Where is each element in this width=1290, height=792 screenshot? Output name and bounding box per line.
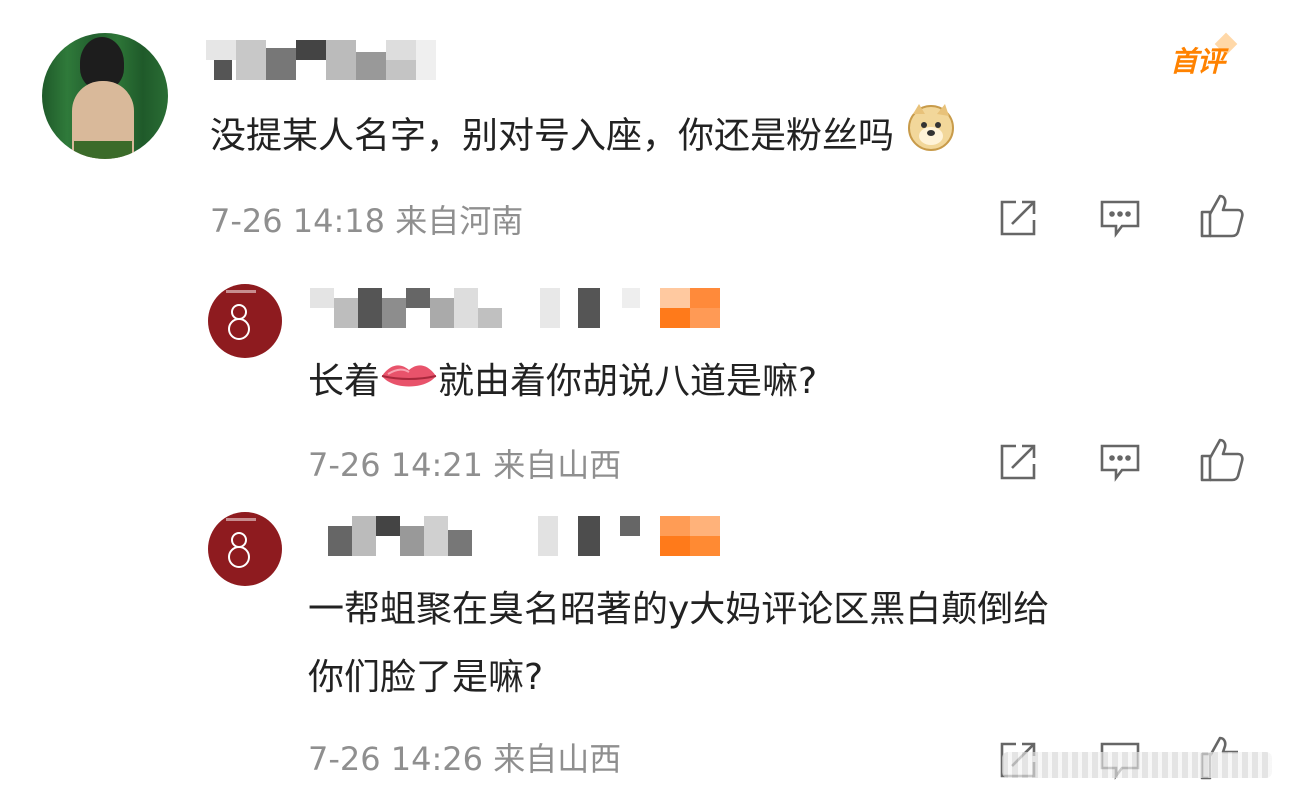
- comment-meta: 7-26 14:18 来自河南: [210, 202, 524, 240]
- comment-text-content: 长着: [308, 361, 381, 402]
- comment-text: 长着 就由着你胡说八道是嘛?: [308, 348, 817, 417]
- comment-meta: 7-26 14:21 来自山西: [308, 446, 622, 484]
- username-blurred[interactable]: [206, 40, 436, 82]
- thumbs-up-icon[interactable]: [1198, 192, 1244, 238]
- comment-icon[interactable]: [1098, 440, 1142, 484]
- watermark: [1002, 752, 1272, 778]
- avatar[interactable]: [42, 33, 168, 159]
- comment-icon[interactable]: [1098, 196, 1142, 240]
- comment-text-line-1: 一帮蛆聚在臭名昭著的y大妈评论区黑白颠倒给: [308, 589, 1050, 630]
- gourd-icon: [228, 304, 250, 340]
- avatar[interactable]: [208, 512, 282, 586]
- thumbs-up-icon[interactable]: [1198, 436, 1244, 482]
- avatar-text-mark: [226, 518, 256, 521]
- avatar-text-mark: [226, 290, 256, 293]
- comment-text: 没提某人名字，别对号入座，你还是粉丝吗: [210, 100, 957, 175]
- share-icon[interactable]: [996, 440, 1040, 484]
- lips-emoji-icon: [380, 349, 438, 417]
- username-blurred[interactable]: [328, 516, 728, 558]
- comment-meta: 7-26 14:26 来自山西: [308, 740, 622, 778]
- comment-text-content: 没提某人名字，别对号入座，你还是粉丝吗: [210, 115, 895, 157]
- gourd-icon: [228, 532, 250, 568]
- username-blurred[interactable]: [310, 288, 725, 330]
- comment-text-line-2: 你们脸了是嘛?: [308, 657, 544, 698]
- comment-text-content-after: 就由着你胡说八道是嘛?: [438, 361, 818, 402]
- first-comment-badge: 首评: [1170, 40, 1225, 80]
- avatar[interactable]: [208, 284, 282, 358]
- doge-emoji-icon: [905, 100, 957, 175]
- share-icon[interactable]: [996, 196, 1040, 240]
- avatar-dress: [74, 141, 132, 159]
- comment-text: 一帮蛆聚在臭名昭著的y大妈评论区黑白颠倒给 你们脸了是嘛?: [308, 576, 1049, 712]
